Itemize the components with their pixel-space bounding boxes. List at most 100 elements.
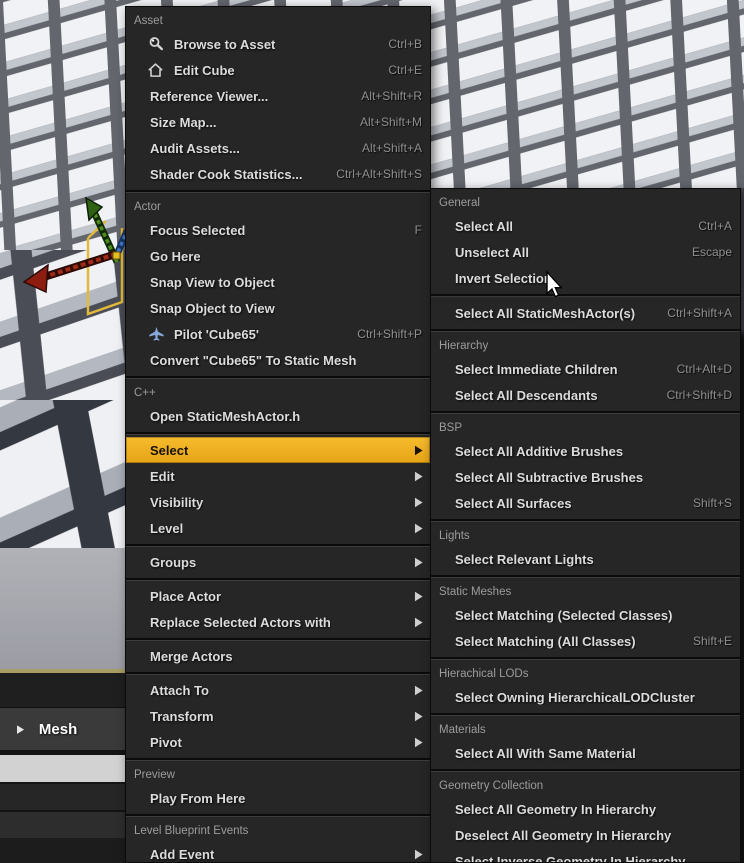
section-header: Static Meshes bbox=[431, 580, 740, 602]
menu-item-play-from-here[interactable]: Play From Here bbox=[126, 785, 430, 811]
menu-item-groups[interactable]: Groups▶ bbox=[126, 549, 430, 575]
menu-item-select-inverse-geometry-in-hierarchy[interactable]: Select Inverse Geometry In Hierarchy bbox=[431, 848, 740, 863]
menu-item-replace-selected-actors-with[interactable]: Replace Selected Actors with▶ bbox=[126, 609, 430, 635]
menu-item-select-all[interactable]: Select All Ctrl+A bbox=[431, 213, 740, 239]
menu-section: GeneralSelect AllCtrl+AUnselect AllEscap… bbox=[431, 189, 740, 329]
panel-band bbox=[0, 673, 125, 708]
submenu-arrow-icon: ▶ bbox=[415, 709, 422, 723]
section-header: C++ bbox=[126, 381, 430, 403]
shortcut-label: Ctrl+B bbox=[376, 37, 422, 51]
menu-section: MaterialsSelect All With Same Material bbox=[431, 716, 740, 769]
menu-item-shader-cook-statistics[interactable]: Shader Cook Statistics...Ctrl+Alt+Shift+… bbox=[126, 161, 430, 187]
menu-item-select-relevant-lights[interactable]: Select Relevant Lights bbox=[431, 546, 740, 572]
menu-item-add-event[interactable]: Add Event▶ bbox=[126, 841, 430, 863]
menu-item-edit-cube[interactable]: Edit CubeCtrl+E bbox=[126, 57, 430, 83]
shortcut-label: Shift+S bbox=[681, 496, 732, 510]
section-header: Hierarchy bbox=[431, 334, 740, 356]
section-header: BSP bbox=[431, 416, 740, 438]
menu-item-select-matching-all-classes[interactable]: Select Matching (All Classes)Shift+E bbox=[431, 628, 740, 654]
shortcut-label: F bbox=[403, 223, 422, 237]
menu-item-level[interactable]: Level▶ bbox=[126, 515, 430, 541]
menu-section: ActorFocus SelectedFGo HereSnap View to … bbox=[126, 193, 430, 376]
menu-item-transform[interactable]: Transform▶ bbox=[126, 703, 430, 729]
menu-item-attach-to[interactable]: Attach To ▶ bbox=[126, 677, 430, 703]
pilot-plane-icon bbox=[148, 326, 174, 342]
menu-section: Level Blueprint EventsAdd Event▶ bbox=[126, 817, 430, 863]
menu-item-open-staticmeshactor-h[interactable]: Open StaticMeshActor.h bbox=[126, 403, 430, 429]
menu-item-select-all-descendants[interactable]: Select All DescendantsCtrl+Shift+D bbox=[431, 382, 740, 408]
menu-item-select-all-additive-brushes[interactable]: Select All Additive Brushes bbox=[431, 438, 740, 464]
shortcut-label: Ctrl+Alt+Shift+S bbox=[324, 167, 422, 181]
menu-item-label: Place Actor bbox=[150, 589, 221, 604]
gizmo-center-handle[interactable] bbox=[113, 252, 120, 259]
menu-item-select-all-surfaces[interactable]: Select All SurfacesShift+S bbox=[431, 490, 740, 516]
menu-item-label: Audit Assets... bbox=[150, 141, 240, 156]
shortcut-label: Ctrl+E bbox=[376, 63, 422, 77]
menu-item-label: Add Event bbox=[150, 847, 214, 862]
section-header: Geometry Collection bbox=[431, 774, 740, 796]
menu-item-merge-actors[interactable]: Merge Actors bbox=[126, 643, 430, 669]
panel-band bbox=[0, 784, 125, 812]
menu-item-label: Select Owning HierarchicalLODCluster bbox=[455, 690, 695, 705]
menu-item-select[interactable]: Select▶ bbox=[126, 437, 430, 463]
menu-item-select-all-staticmeshactor-s[interactable]: Select All StaticMeshActor(s)Ctrl+Shift+… bbox=[431, 300, 740, 326]
submenu-arrow-icon: ▶ bbox=[415, 683, 422, 697]
shortcut-label: Shift+E bbox=[681, 634, 732, 648]
shortcut-label: Ctrl+Shift+P bbox=[345, 327, 422, 341]
menu-item-audit-assets[interactable]: Audit Assets...Alt+Shift+A bbox=[126, 135, 430, 161]
menu-item-select-all-geometry-in-hierarchy[interactable]: Select All Geometry In Hierarchy bbox=[431, 796, 740, 822]
menu-item-size-map[interactable]: Size Map...Alt+Shift+M bbox=[126, 109, 430, 135]
menu-item-label: Select Matching (Selected Classes) bbox=[455, 608, 672, 623]
menu-item-select-all-with-same-material[interactable]: Select All With Same Material bbox=[431, 740, 740, 766]
menu-item-label: Select Inverse Geometry In Hierarchy bbox=[455, 854, 686, 863]
menu-item-label: Select bbox=[150, 443, 188, 458]
menu-item-label: Attach To bbox=[150, 683, 209, 698]
menu-item-snap-object-to-view[interactable]: Snap Object to View bbox=[126, 295, 430, 321]
menu-item-label: Invert Selection bbox=[455, 271, 552, 286]
menu-item-label: Reference Viewer... bbox=[150, 89, 268, 104]
menu-item-select-immediate-children[interactable]: Select Immediate ChildrenCtrl+Alt+D bbox=[431, 356, 740, 382]
menu-item-convert-cube65-to-static-mesh[interactable]: Convert "Cube65" To Static Mesh bbox=[126, 347, 430, 373]
menu-item-reference-viewer[interactable]: Reference Viewer... Alt+Shift+R bbox=[126, 83, 430, 109]
menu-item-label: Select All Subtractive Brushes bbox=[455, 470, 643, 485]
select-submenu: GeneralSelect AllCtrl+AUnselect AllEscap… bbox=[430, 188, 741, 863]
magnifier-icon bbox=[148, 36, 174, 52]
menu-item-deselect-all-geometry-in-hierarchy[interactable]: Deselect All Geometry In Hierarchy bbox=[431, 822, 740, 848]
menu-item-visibility[interactable]: Visibility▶ bbox=[126, 489, 430, 515]
menu-section: Hierachical LODsSelect Owning Hierarchic… bbox=[431, 660, 740, 713]
details-panel-fragment: ▶ Mesh bbox=[0, 669, 125, 863]
menu-item-place-actor[interactable]: Place Actor▶ bbox=[126, 583, 430, 609]
menu-item-focus-selected[interactable]: Focus SelectedF bbox=[126, 217, 430, 243]
menu-item-select-owning-hierarchicallodcluster[interactable]: Select Owning HierarchicalLODCluster bbox=[431, 684, 740, 710]
mesh-section-label: Mesh bbox=[39, 721, 77, 738]
menu-item-label: Unselect All bbox=[455, 245, 529, 260]
menu-item-select-matching-selected-classes[interactable]: Select Matching (Selected Classes) bbox=[431, 602, 740, 628]
submenu-arrow-icon: ▶ bbox=[415, 495, 422, 509]
menu-item-browse-to-asset[interactable]: Browse to AssetCtrl+B bbox=[126, 31, 430, 57]
menu-section: Select▶Edit▶Visibility▶Level▶ bbox=[126, 435, 430, 544]
menu-item-label: Select Immediate Children bbox=[455, 362, 618, 377]
property-field[interactable] bbox=[0, 755, 125, 784]
menu-item-go-here[interactable]: Go Here bbox=[126, 243, 430, 269]
mesh-section-header[interactable]: ▶ Mesh bbox=[0, 708, 125, 750]
menu-item-edit[interactable]: Edit▶ bbox=[126, 463, 430, 489]
menu-item-label: Select Relevant Lights bbox=[455, 552, 594, 567]
menu-item-pilot-cube65[interactable]: Pilot 'Cube65'Ctrl+Shift+P bbox=[126, 321, 430, 347]
section-header: Materials bbox=[431, 718, 740, 740]
menu-item-unselect-all[interactable]: Unselect AllEscape bbox=[431, 239, 740, 265]
menu-item-select-all-subtractive-brushes[interactable]: Select All Subtractive Brushes bbox=[431, 464, 740, 490]
menu-item-snap-view-to-object[interactable]: Snap View to Object bbox=[126, 269, 430, 295]
shortcut-label: Ctrl+A bbox=[686, 219, 732, 233]
menu-section: LightsSelect Relevant Lights bbox=[431, 522, 740, 575]
menu-item-label: Select All bbox=[455, 219, 513, 234]
menu-item-pivot[interactable]: Pivot▶ bbox=[126, 729, 430, 755]
menu-item-label: Convert "Cube65" To Static Mesh bbox=[150, 353, 356, 368]
menu-item-label: Deselect All Geometry In Hierarchy bbox=[455, 828, 671, 843]
submenu-arrow-icon: ▶ bbox=[415, 521, 422, 535]
menu-item-label: Size Map... bbox=[150, 115, 216, 130]
shortcut-label: Alt+Shift+R bbox=[349, 89, 422, 103]
menu-item-invert-selection[interactable]: Invert Selection bbox=[431, 265, 740, 291]
menu-item-label: Replace Selected Actors with bbox=[150, 615, 331, 630]
menu-item-label: Snap View to Object bbox=[150, 275, 275, 290]
submenu-arrow-icon: ▶ bbox=[415, 735, 422, 749]
